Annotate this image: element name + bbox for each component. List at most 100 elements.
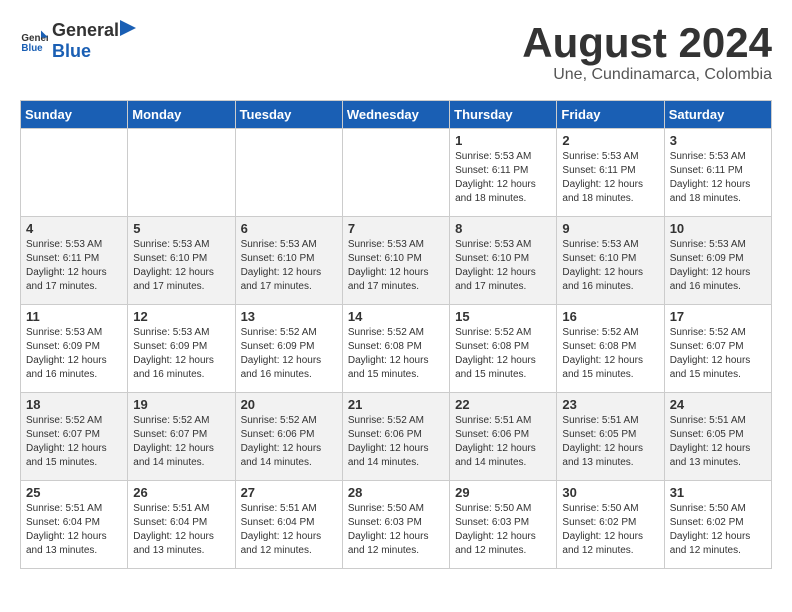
day-number: 10: [670, 221, 766, 236]
calendar-week-row: 4 Sunrise: 5:53 AM Sunset: 6:11 PM Daylig…: [21, 217, 772, 305]
day-of-week-header: Monday: [128, 101, 235, 129]
calendar-day-cell: 3 Sunrise: 5:53 AM Sunset: 6:11 PM Daylig…: [664, 129, 771, 217]
calendar-header: SundayMondayTuesdayWednesdayThursdayFrid…: [21, 101, 772, 129]
day-number: 12: [133, 309, 229, 324]
day-number: 16: [562, 309, 658, 324]
calendar-day-cell: 12 Sunrise: 5:53 AM Sunset: 6:09 PM Dayli…: [128, 305, 235, 393]
day-number: 28: [348, 485, 444, 500]
day-info: Sunrise: 5:52 AM Sunset: 6:07 PM Dayligh…: [26, 414, 122, 470]
calendar-day-cell: 10 Sunrise: 5:53 AM Sunset: 6:09 PM Dayli…: [664, 217, 771, 305]
day-number: 24: [670, 397, 766, 412]
day-info: Sunrise: 5:53 AM Sunset: 6:10 PM Dayligh…: [133, 238, 229, 294]
calendar-day-cell: [21, 129, 128, 217]
calendar-day-cell: 7 Sunrise: 5:53 AM Sunset: 6:10 PM Daylig…: [342, 217, 449, 305]
day-of-week-header: Tuesday: [235, 101, 342, 129]
day-number: 29: [455, 485, 551, 500]
calendar-day-cell: 30 Sunrise: 5:50 AM Sunset: 6:02 PM Dayli…: [557, 481, 664, 569]
day-of-week-header: Wednesday: [342, 101, 449, 129]
day-info: Sunrise: 5:52 AM Sunset: 6:06 PM Dayligh…: [348, 414, 444, 470]
calendar-day-cell: 8 Sunrise: 5:53 AM Sunset: 6:10 PM Daylig…: [450, 217, 557, 305]
day-info: Sunrise: 5:51 AM Sunset: 6:04 PM Dayligh…: [241, 502, 337, 558]
day-of-week-header: Friday: [557, 101, 664, 129]
day-info: Sunrise: 5:53 AM Sunset: 6:10 PM Dayligh…: [348, 238, 444, 294]
calendar-day-cell: 25 Sunrise: 5:51 AM Sunset: 6:04 PM Dayli…: [21, 481, 128, 569]
calendar-day-cell: [235, 129, 342, 217]
day-number: 8: [455, 221, 551, 236]
day-number: 5: [133, 221, 229, 236]
calendar-day-cell: 5 Sunrise: 5:53 AM Sunset: 6:10 PM Daylig…: [128, 217, 235, 305]
day-info: Sunrise: 5:52 AM Sunset: 6:07 PM Dayligh…: [670, 326, 766, 382]
day-info: Sunrise: 5:52 AM Sunset: 6:08 PM Dayligh…: [348, 326, 444, 382]
day-info: Sunrise: 5:53 AM Sunset: 6:10 PM Dayligh…: [241, 238, 337, 294]
day-info: Sunrise: 5:53 AM Sunset: 6:09 PM Dayligh…: [133, 326, 229, 382]
day-info: Sunrise: 5:53 AM Sunset: 6:11 PM Dayligh…: [562, 150, 658, 206]
day-info: Sunrise: 5:51 AM Sunset: 6:05 PM Dayligh…: [670, 414, 766, 470]
day-number: 1: [455, 133, 551, 148]
calendar-day-cell: 26Sunrise: 5:51 AM Sunset: 6:04 PM Dayli…: [128, 481, 235, 569]
logo-blue-text: Blue: [52, 41, 137, 62]
calendar-day-cell: 6Sunrise: 5:53 AM Sunset: 6:10 PM Daylig…: [235, 217, 342, 305]
day-number: 31: [670, 485, 766, 500]
day-info: Sunrise: 5:50 AM Sunset: 6:03 PM Dayligh…: [348, 502, 444, 558]
day-number: 4: [26, 221, 122, 236]
day-info: Sunrise: 5:52 AM Sunset: 6:07 PM Dayligh…: [133, 414, 229, 470]
day-number: 22: [455, 397, 551, 412]
day-info: Sunrise: 5:50 AM Sunset: 6:03 PM Dayligh…: [455, 502, 551, 558]
day-of-week-header: Thursday: [450, 101, 557, 129]
page-header: General Blue General Blue August 2024 Un…: [20, 20, 772, 84]
day-number: 11: [26, 309, 122, 324]
calendar-day-cell: 18Sunrise: 5:52 AM Sunset: 6:07 PM Dayli…: [21, 393, 128, 481]
day-number: 13: [241, 309, 337, 324]
calendar-day-cell: 31 Sunrise: 5:50 AM Sunset: 6:02 PM Dayli…: [664, 481, 771, 569]
day-info: Sunrise: 5:53 AM Sunset: 6:11 PM Dayligh…: [670, 150, 766, 206]
calendar-day-cell: 4 Sunrise: 5:53 AM Sunset: 6:11 PM Daylig…: [21, 217, 128, 305]
logo-triangle-icon: [120, 20, 136, 36]
calendar-day-cell: 16 Sunrise: 5:52 AM Sunset: 6:08 PM Dayli…: [557, 305, 664, 393]
day-number: 7: [348, 221, 444, 236]
day-number: 20: [241, 397, 337, 412]
day-of-week-header: Saturday: [664, 101, 771, 129]
calendar-day-cell: 1Sunrise: 5:53 AM Sunset: 6:11 PM Daylig…: [450, 129, 557, 217]
day-number: 15: [455, 309, 551, 324]
day-number: 25: [26, 485, 122, 500]
calendar-day-cell: 28 Sunrise: 5:50 AM Sunset: 6:03 PM Dayli…: [342, 481, 449, 569]
day-number: 14: [348, 309, 444, 324]
day-number: 9: [562, 221, 658, 236]
day-number: 19: [133, 397, 229, 412]
calendar-day-cell: 19 Sunrise: 5:52 AM Sunset: 6:07 PM Dayli…: [128, 393, 235, 481]
day-info: Sunrise: 5:53 AM Sunset: 6:09 PM Dayligh…: [26, 326, 122, 382]
day-number: 17: [670, 309, 766, 324]
day-number: 30: [562, 485, 658, 500]
day-info: Sunrise: 5:50 AM Sunset: 6:02 PM Dayligh…: [670, 502, 766, 558]
day-number: 2: [562, 133, 658, 148]
day-number: 3: [670, 133, 766, 148]
calendar-day-cell: 11 Sunrise: 5:53 AM Sunset: 6:09 PM Dayli…: [21, 305, 128, 393]
day-info: Sunrise: 5:53 AM Sunset: 6:10 PM Dayligh…: [455, 238, 551, 294]
day-of-week-header: Sunday: [21, 101, 128, 129]
day-info: Sunrise: 5:50 AM Sunset: 6:02 PM Dayligh…: [562, 502, 658, 558]
day-info: Sunrise: 5:52 AM Sunset: 6:08 PM Dayligh…: [455, 326, 551, 382]
calendar-day-cell: 13 Sunrise: 5:52 AM Sunset: 6:09 PM Dayli…: [235, 305, 342, 393]
day-info: Sunrise: 5:52 AM Sunset: 6:09 PM Dayligh…: [241, 326, 337, 382]
calendar-day-cell: 21Sunrise: 5:52 AM Sunset: 6:06 PM Dayli…: [342, 393, 449, 481]
day-number: 27: [241, 485, 337, 500]
days-of-week-row: SundayMondayTuesdayWednesdayThursdayFrid…: [21, 101, 772, 129]
calendar-day-cell: 15 Sunrise: 5:52 AM Sunset: 6:08 PM Dayli…: [450, 305, 557, 393]
day-info: Sunrise: 5:52 AM Sunset: 6:06 PM Dayligh…: [241, 414, 337, 470]
calendar-week-row: 25 Sunrise: 5:51 AM Sunset: 6:04 PM Dayli…: [21, 481, 772, 569]
day-number: 26: [133, 485, 229, 500]
calendar-day-cell: 24 Sunrise: 5:51 AM Sunset: 6:05 PM Dayli…: [664, 393, 771, 481]
calendar-day-cell: 22Sunrise: 5:51 AM Sunset: 6:06 PM Dayli…: [450, 393, 557, 481]
day-info: Sunrise: 5:53 AM Sunset: 6:11 PM Dayligh…: [26, 238, 122, 294]
calendar-table: SundayMondayTuesdayWednesdayThursdayFrid…: [20, 100, 772, 569]
calendar-day-cell: 20 Sunrise: 5:52 AM Sunset: 6:06 PM Dayli…: [235, 393, 342, 481]
day-number: 23: [562, 397, 658, 412]
day-info: Sunrise: 5:52 AM Sunset: 6:08 PM Dayligh…: [562, 326, 658, 382]
calendar-day-cell: [128, 129, 235, 217]
calendar-day-cell: 17 Sunrise: 5:52 AM Sunset: 6:07 PM Dayli…: [664, 305, 771, 393]
day-info: Sunrise: 5:53 AM Sunset: 6:09 PM Dayligh…: [670, 238, 766, 294]
main-title: August 2024: [522, 20, 772, 66]
day-info: Sunrise: 5:51 AM Sunset: 6:04 PM Dayligh…: [26, 502, 122, 558]
day-info: Sunrise: 5:51 AM Sunset: 6:05 PM Dayligh…: [562, 414, 658, 470]
calendar-day-cell: 29 Sunrise: 5:50 AM Sunset: 6:03 PM Dayli…: [450, 481, 557, 569]
